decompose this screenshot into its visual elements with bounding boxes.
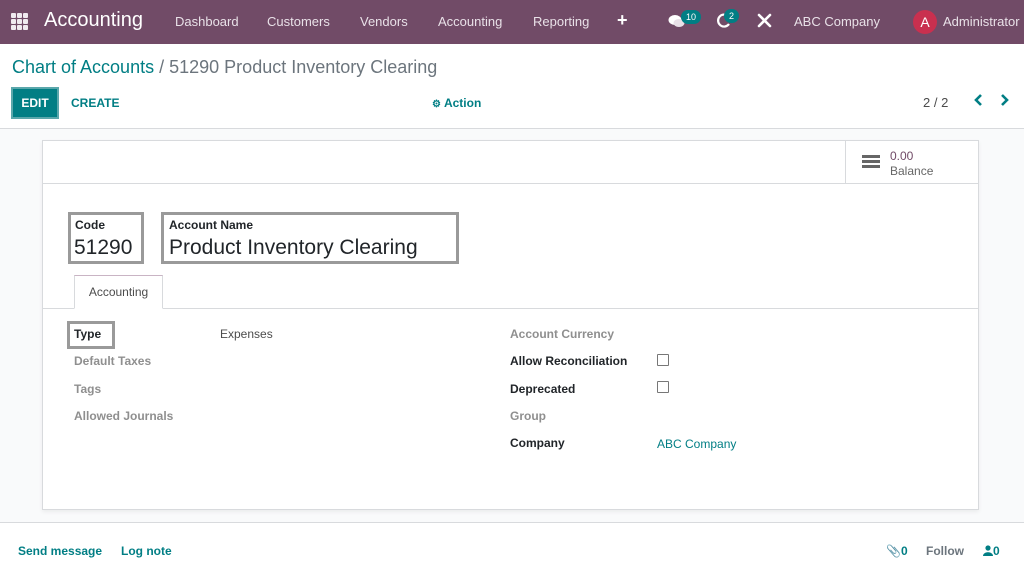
followers-button[interactable]: 0 [983, 544, 1000, 558]
code-value: 51290 [74, 236, 133, 259]
account-name-value: Product Inventory Clearing [169, 236, 418, 259]
attachments-count: 0 [900, 544, 908, 558]
company-label: Company [510, 436, 565, 450]
attachments-button[interactable]: 📎0 [886, 544, 908, 558]
default-taxes-label: Default Taxes [74, 354, 152, 368]
menu-accounting[interactable]: Accounting [438, 14, 502, 29]
form-sheet: 0.00 Balance Code 51290 Account Name Pro… [42, 140, 979, 510]
company-switcher[interactable]: ABC Company [794, 14, 880, 29]
allow-reconciliation-label: Allow Reconciliation [510, 354, 628, 368]
chatter-divider [0, 522, 1024, 523]
balance-label: Balance [890, 164, 934, 178]
breadcrumb-current: 51290 Product Inventory Clearing [169, 57, 438, 77]
balance-stat-button[interactable]: 0.00 Balance [845, 141, 978, 184]
plus-icon[interactable]: + [617, 10, 628, 31]
menu-vendors[interactable]: Vendors [360, 14, 408, 29]
account-currency-label: Account Currency [510, 327, 615, 341]
paperclip-icon: 📎 [886, 544, 901, 558]
user-icon [983, 545, 993, 556]
bars-icon [862, 155, 880, 169]
chevron-left-icon [974, 94, 982, 106]
chevron-right-icon [1001, 94, 1009, 106]
account-name-label: Account Name [169, 218, 254, 232]
menu-customers[interactable]: Customers [267, 14, 330, 29]
tab-divider [43, 308, 978, 309]
breadcrumb-chart-of-accounts[interactable]: Chart of Accounts [12, 57, 154, 77]
log-note-button[interactable]: Log note [121, 544, 172, 558]
deprecated-label: Deprecated [510, 382, 576, 396]
menu-dashboard[interactable]: Dashboard [175, 14, 239, 29]
gear-icon: ⚙ [432, 99, 441, 110]
group-label: Group [510, 409, 546, 423]
debug-tools-button[interactable] [757, 13, 772, 33]
app-title[interactable]: Accounting [44, 9, 143, 32]
menu-reporting[interactable]: Reporting [533, 14, 589, 29]
allow-reconciliation-checkbox[interactable] [657, 354, 669, 366]
follow-button[interactable]: Follow [926, 544, 964, 558]
top-navbar: Accounting Dashboard Customers Vendors A… [0, 0, 1024, 44]
user-menu[interactable]: Administrator [943, 14, 1020, 29]
pager-next-button[interactable] [1000, 93, 1010, 112]
tab-accounting[interactable]: Accounting [74, 275, 163, 309]
type-label: Type [74, 327, 102, 341]
breadcrumb-separator: / [159, 57, 165, 77]
balance-value: 0.00 [890, 149, 914, 163]
action-menu-button[interactable]: ⚙ Action [432, 96, 481, 110]
tools-icon [757, 13, 772, 28]
company-link[interactable]: ABC Company [657, 437, 736, 451]
breadcrumb: Chart of Accounts / 51290 Product Invent… [12, 57, 437, 78]
send-message-button[interactable]: Send message [18, 544, 102, 558]
allowed-journals-label: Allowed Journals [74, 409, 174, 423]
button-box: 0.00 Balance [43, 141, 978, 184]
pager-value[interactable]: 2 / 2 [923, 95, 948, 110]
create-button[interactable]: CREATE [71, 96, 119, 110]
app-menu-icon[interactable] [11, 13, 28, 30]
code-label: Code [75, 218, 105, 232]
type-value: Expenses [220, 327, 273, 341]
edit-button[interactable]: EDIT [11, 87, 59, 119]
pager-previous-button[interactable] [973, 93, 983, 112]
deprecated-checkbox[interactable] [657, 381, 669, 393]
followers-count: 0 [993, 544, 1000, 558]
tags-label: Tags [74, 382, 102, 396]
activities-badge: 2 [724, 9, 740, 23]
user-avatar[interactable]: A [913, 10, 937, 34]
messages-badge: 10 [681, 10, 702, 24]
action-label: Action [443, 96, 482, 110]
